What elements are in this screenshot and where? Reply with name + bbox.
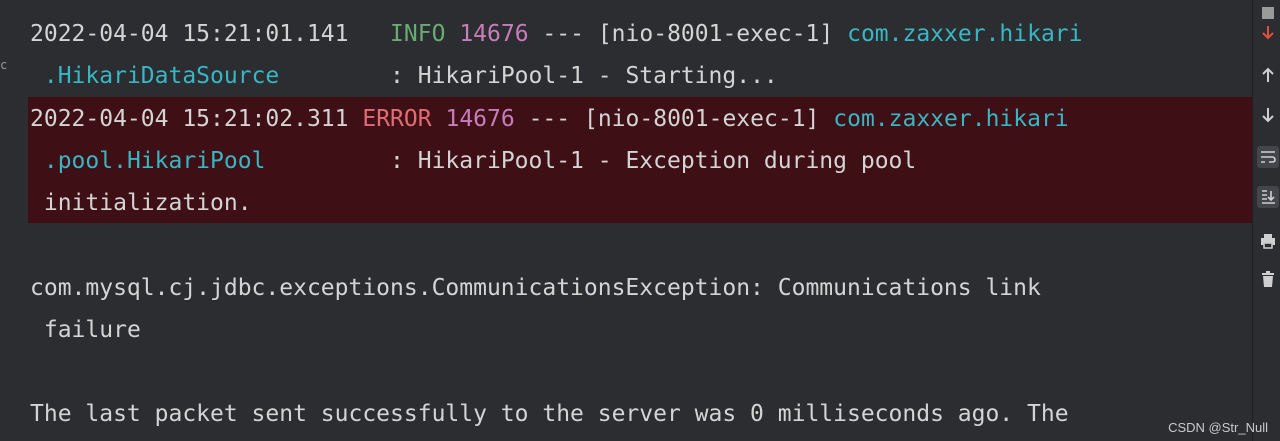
gutter-marker: c	[0, 58, 8, 72]
log-logger-cont[interactable]: .pool.HikariPool	[44, 148, 266, 174]
log-logger-cont[interactable]: .HikariDataSource	[44, 63, 279, 89]
exception-line[interactable]: com.mysql.cj.jdbc.exceptions.Communicati…	[30, 268, 1230, 308]
log-level-info: INFO	[376, 21, 446, 47]
log-separator: ---	[542, 21, 584, 47]
arrow-down-icon[interactable]	[1257, 104, 1279, 126]
last-packet-text: The last packet sent successfully to the…	[30, 401, 1069, 427]
log-logger[interactable]: com.zaxxer.hikari	[833, 106, 1068, 132]
log-line-info-cont[interactable]: .HikariDataSource : HikariPool-1 - Start…	[30, 56, 1230, 96]
soft-wrap-icon[interactable]	[1257, 146, 1279, 168]
trash-icon[interactable]	[1257, 268, 1279, 290]
last-packet-line[interactable]: The last packet sent successfully to the…	[30, 394, 1230, 434]
console-output[interactable]: c 2022-04-04 15:21:01.141 INFO 14676 ---…	[0, 0, 1252, 441]
clipped-previous-line	[0, 0, 1252, 6]
log-line-error[interactable]: 2022-04-04 15:21:02.311 ERROR 14676 --- …	[30, 99, 1230, 139]
log-timestamp: 2022-04-04 15:21:01.141	[30, 21, 349, 47]
log-pid: 14676	[459, 21, 529, 47]
scroll-to-end-icon[interactable]	[1257, 186, 1279, 208]
log-pid: 14676	[445, 106, 515, 132]
log-message-cont: initialization.	[43, 190, 252, 216]
log-message: : HikariPool-1 - Exception during pool	[390, 148, 917, 174]
exception-line-cont[interactable]: failure	[30, 310, 1230, 350]
log-thread: [nio-8001-exec-1]	[583, 106, 820, 132]
log-message: : HikariPool-1 - Starting...	[390, 63, 778, 89]
log-level-error: ERROR	[362, 106, 432, 132]
arrow-up-icon[interactable]	[1257, 64, 1279, 86]
left-gutter: c	[0, 0, 8, 441]
exception-text-cont: failure	[43, 317, 141, 343]
log-line-error-cont[interactable]: .pool.HikariPool : HikariPool-1 - Except…	[30, 141, 1230, 181]
watermark: CSDN @Str_Null	[1168, 420, 1268, 435]
console-toolbar	[1252, 0, 1280, 441]
log-logger[interactable]: com.zaxxer.hikari	[847, 21, 1082, 47]
stop-icon[interactable]	[1257, 2, 1279, 24]
log-line-info[interactable]: 2022-04-04 15:21:01.141 INFO 14676 --- […	[30, 14, 1230, 54]
log-line-error-cont2[interactable]: initialization.	[30, 183, 1230, 223]
log-thread: [nio-8001-exec-1]	[597, 21, 834, 47]
print-icon[interactable]	[1257, 230, 1279, 252]
log-separator: ---	[528, 106, 571, 132]
rerun-down-icon[interactable]	[1257, 22, 1279, 44]
exception-text: com.mysql.cj.jdbc.exceptions.Communicati…	[30, 275, 1041, 301]
log-timestamp: 2022-04-04 15:21:02.311	[30, 106, 349, 132]
